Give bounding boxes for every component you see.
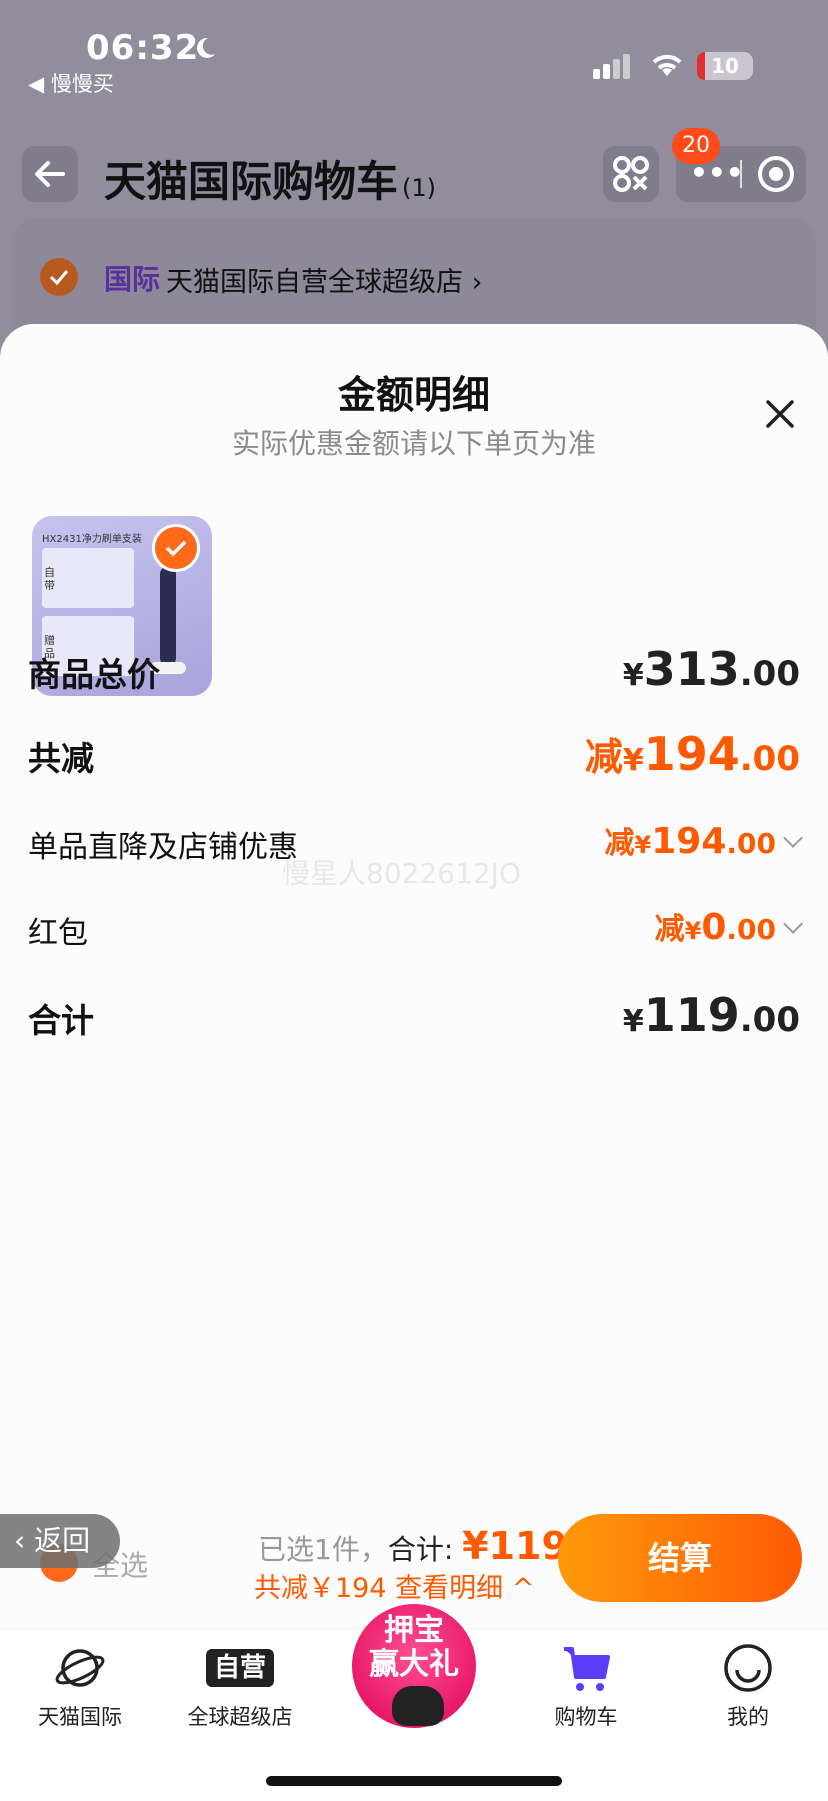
store-checkbox[interactable]: [40, 258, 78, 296]
status-time: 06:32: [86, 28, 200, 68]
status-bar: 06:32 ◀ 慢慢买 10: [0, 0, 828, 100]
cart-icon: [564, 1647, 610, 1691]
arrow-left-icon: [35, 161, 65, 187]
check-icon: [165, 540, 187, 557]
tab-cart[interactable]: 购物车: [506, 1643, 666, 1731]
total-price-value: ¥313.00: [622, 642, 800, 696]
self-run-icon: 自营: [205, 1649, 274, 1687]
product-selected-check[interactable]: [152, 524, 200, 572]
back-to-app-link[interactable]: ◀ 慢慢买: [28, 68, 114, 98]
wifi-icon: [652, 54, 682, 76]
promo-bet-win-button[interactable]: 押宝 赢大礼: [348, 1600, 480, 1732]
selected-summary: 已选1件，合计: ¥119: [258, 1524, 568, 1568]
view-detail-link[interactable]: 共减￥194 查看明细 ^: [254, 1566, 534, 1605]
watermark: 慢星人8022612JO: [282, 857, 521, 890]
battery-indicator: 10: [697, 52, 753, 80]
checkout-button[interactable]: 结算: [558, 1514, 802, 1602]
planet-icon: [55, 1649, 105, 1687]
sheet-subtitle: 实际优惠金额请以下单页为准: [231, 427, 596, 460]
store-tag: 国际: [104, 263, 161, 296]
red-packet-value: 减¥0.00: [655, 904, 803, 948]
home-indicator[interactable]: [266, 1776, 562, 1786]
sheet-title: 金额明细: [337, 373, 490, 417]
close-icon[interactable]: [760, 394, 800, 434]
smile-icon: [724, 1644, 772, 1692]
sum-value: ¥119.00: [622, 988, 800, 1042]
close-miniprogram-icon[interactable]: [758, 156, 794, 192]
scan-button[interactable]: [603, 146, 659, 202]
check-icon: [49, 270, 69, 285]
message-badge: 20: [672, 128, 720, 164]
checkout-total: ¥119: [462, 1524, 568, 1568]
scan-icon: [613, 156, 649, 192]
item-discount-value: 减¥194.00: [605, 818, 803, 862]
tmall-cat-icon: [392, 1686, 444, 1726]
chevron-down-icon: [783, 914, 803, 934]
chevron-down-icon: [783, 828, 803, 848]
signal-icon: [593, 54, 630, 79]
tab-global-store[interactable]: 自营 全球超级店: [160, 1643, 320, 1731]
store-name-link[interactable]: 天猫国际自营全球超级店 ›: [166, 260, 482, 299]
tab-mine[interactable]: 我的: [668, 1643, 828, 1731]
moon-icon: [197, 37, 215, 58]
page-title: 天猫国际购物车 (1): [104, 157, 437, 206]
total-discount-value: 减¥194.00: [584, 727, 800, 781]
return-button[interactable]: ‹ 返回: [0, 1514, 120, 1568]
tab-tmall-global[interactable]: 天猫国际: [0, 1643, 160, 1731]
back-button[interactable]: [22, 146, 78, 202]
